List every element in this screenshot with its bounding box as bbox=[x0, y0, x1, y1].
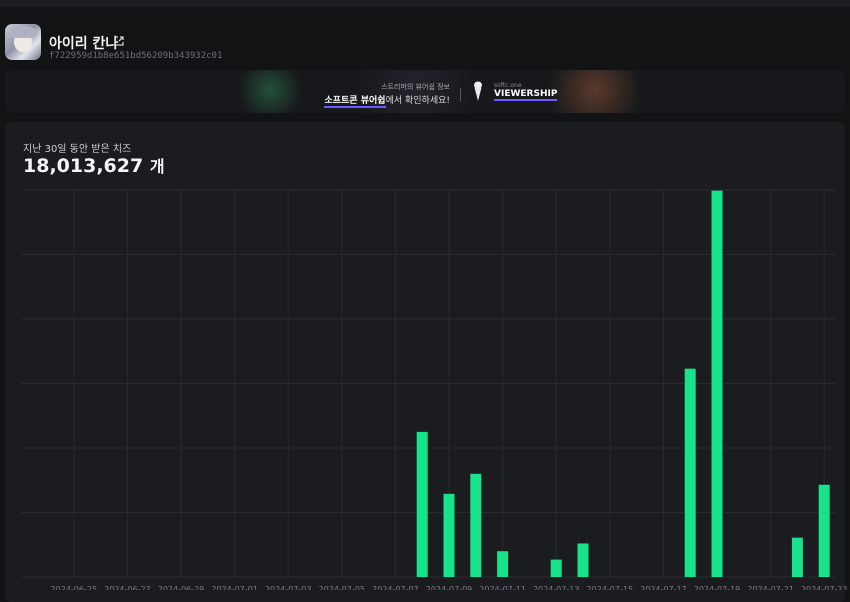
x-tick-label: 2024-07-01 bbox=[211, 585, 258, 590]
x-tick-label: 2024-07-21 bbox=[747, 585, 794, 590]
bar-2024-07-18[interactable] bbox=[684, 368, 696, 577]
x-tick-label: 2024-07-11 bbox=[479, 585, 526, 590]
x-tick-label: 2024-07-09 bbox=[426, 585, 473, 590]
cheese-bar-chart: 2024-06-25 2024-06-27 2024-06-29 2024-07-01… bbox=[21, 189, 848, 590]
bar-2024-07-10[interactable] bbox=[470, 473, 482, 577]
bar-2024-07-09[interactable] bbox=[443, 493, 455, 577]
x-tick-label: 2024-07-15 bbox=[587, 585, 634, 590]
bar-2024-07-14[interactable] bbox=[577, 543, 589, 577]
bar-2024-07-23[interactable] bbox=[818, 484, 830, 577]
bar-2024-07-19[interactable] bbox=[711, 190, 723, 577]
x-tick-label: 2024-07-05 bbox=[319, 585, 366, 590]
bar-2024-07-13[interactable] bbox=[550, 559, 562, 577]
x-tick-label: 2024-07-23 bbox=[801, 585, 848, 590]
bar-2024-07-08[interactable] bbox=[416, 431, 428, 577]
x-tick-label: 2024-07-17 bbox=[640, 585, 687, 590]
x-tick-label: 2024-06-25 bbox=[51, 585, 98, 590]
x-tick-label: 2024-07-13 bbox=[533, 585, 580, 590]
x-tick-label: 2024-06-27 bbox=[104, 585, 151, 590]
x-tick-label: 2024-07-19 bbox=[694, 585, 741, 590]
bar-2024-07-11[interactable] bbox=[497, 551, 509, 577]
x-tick-label: 2024-07-07 bbox=[372, 585, 419, 590]
bar-2024-07-22[interactable] bbox=[791, 537, 803, 577]
x-tick-label: 2024-07-03 bbox=[265, 585, 312, 590]
x-tick-label: 2024-06-29 bbox=[158, 585, 205, 590]
